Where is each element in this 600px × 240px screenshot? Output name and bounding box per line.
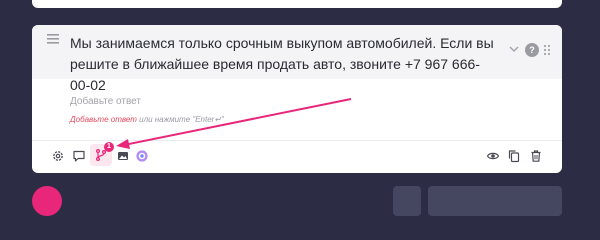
chevron-down-icon[interactable] <box>509 45 519 53</box>
branch-count-badge: 1 <box>104 142 114 152</box>
hint-text: или нажмите "Enter↵" <box>136 115 224 124</box>
answers-count-badge: ? <box>525 43 539 57</box>
eye-icon[interactable] <box>486 149 500 163</box>
gear-icon[interactable] <box>51 149 65 163</box>
question-card: Мы занимаемся только срочным выкупом авт… <box>32 25 562 173</box>
divider <box>32 140 562 141</box>
question-text[interactable]: Мы занимаемся только срочным выкупом авт… <box>70 33 500 96</box>
add-question-button[interactable] <box>32 186 62 216</box>
image-icon[interactable] <box>116 149 130 163</box>
trash-icon[interactable] <box>529 149 543 163</box>
drag-handle-icon[interactable] <box>543 44 551 56</box>
question-header: Мы занимаемся только срочным выкупом авт… <box>32 25 562 93</box>
ai-icon[interactable] <box>135 149 149 163</box>
copy-icon[interactable] <box>507 149 521 163</box>
answer-input[interactable] <box>70 92 370 110</box>
comment-icon[interactable] <box>72 149 86 163</box>
previous-card <box>32 0 562 8</box>
answer-hint: Добавьте ответ или нажмите "Enter↵" <box>70 115 224 124</box>
secondary-button[interactable] <box>393 186 421 216</box>
list-icon[interactable] <box>46 33 60 45</box>
action-button[interactable] <box>428 186 562 216</box>
add-answer-link[interactable]: Добавьте ответ <box>70 115 137 124</box>
